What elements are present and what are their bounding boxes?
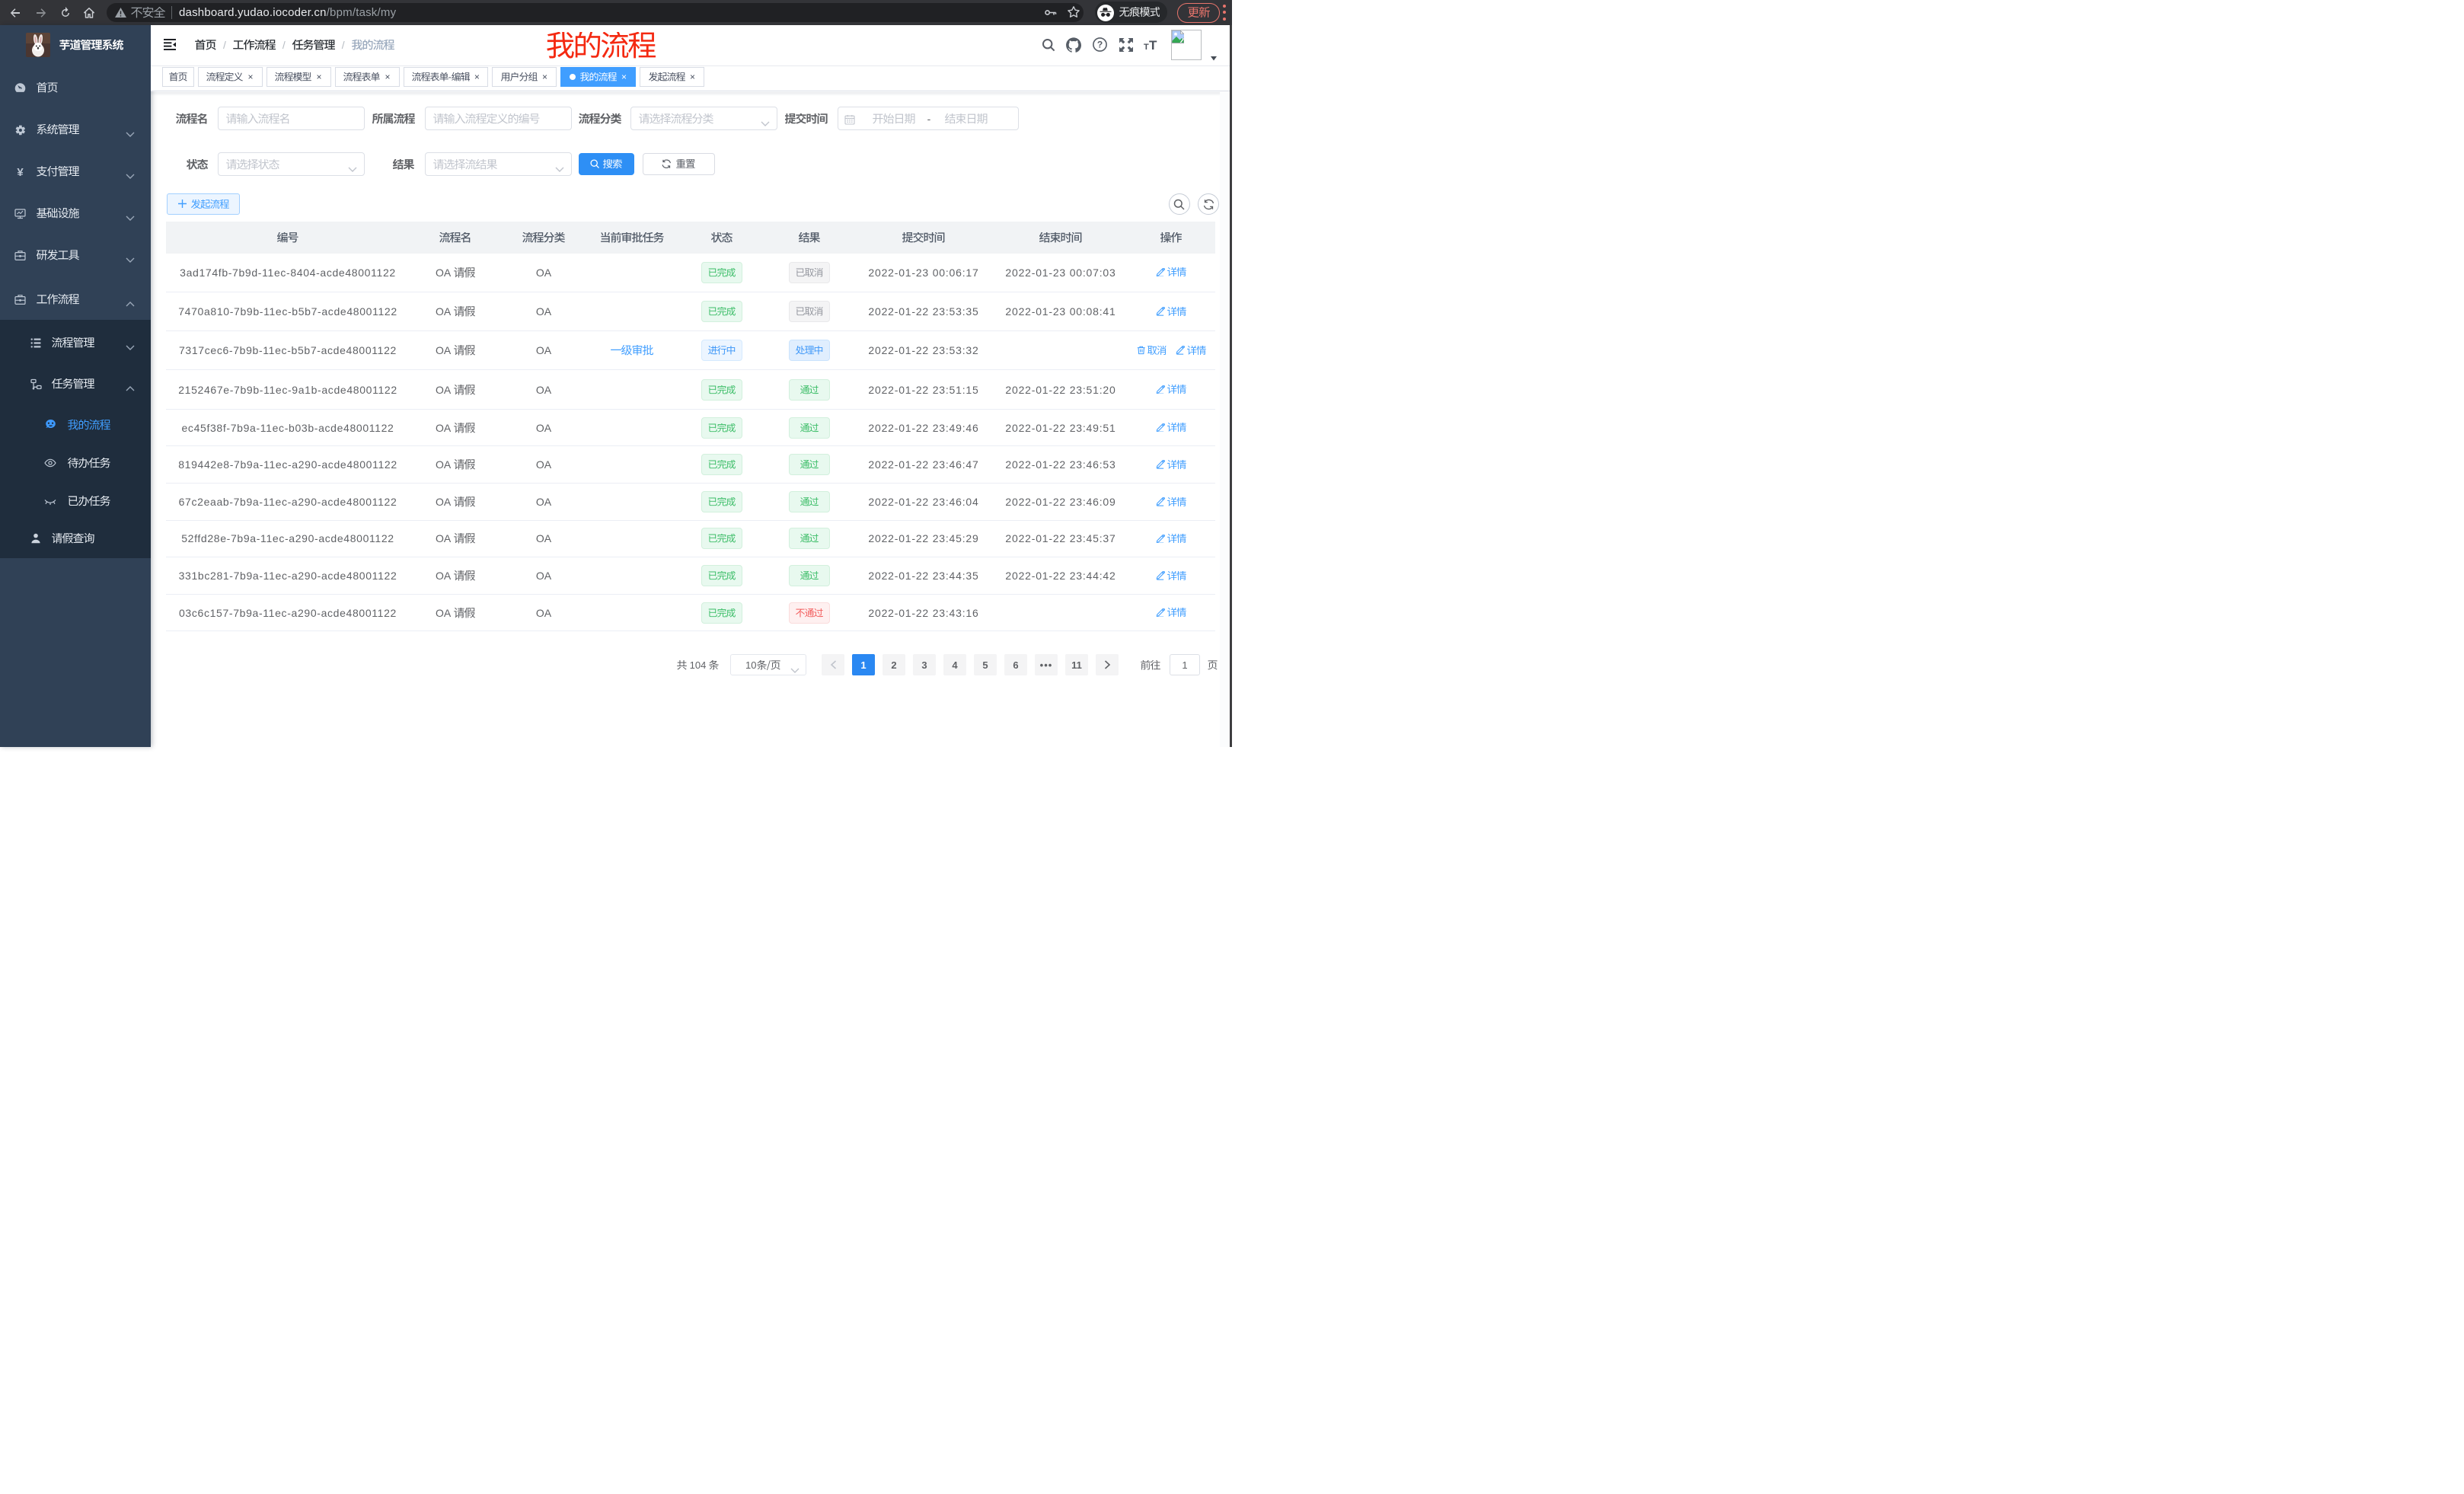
svg-text:?: ? [1097, 40, 1103, 50]
svg-text:¥: ¥ [17, 166, 24, 177]
svg-text:T: T [1149, 38, 1157, 50]
svg-text:T: T [1144, 43, 1149, 50]
